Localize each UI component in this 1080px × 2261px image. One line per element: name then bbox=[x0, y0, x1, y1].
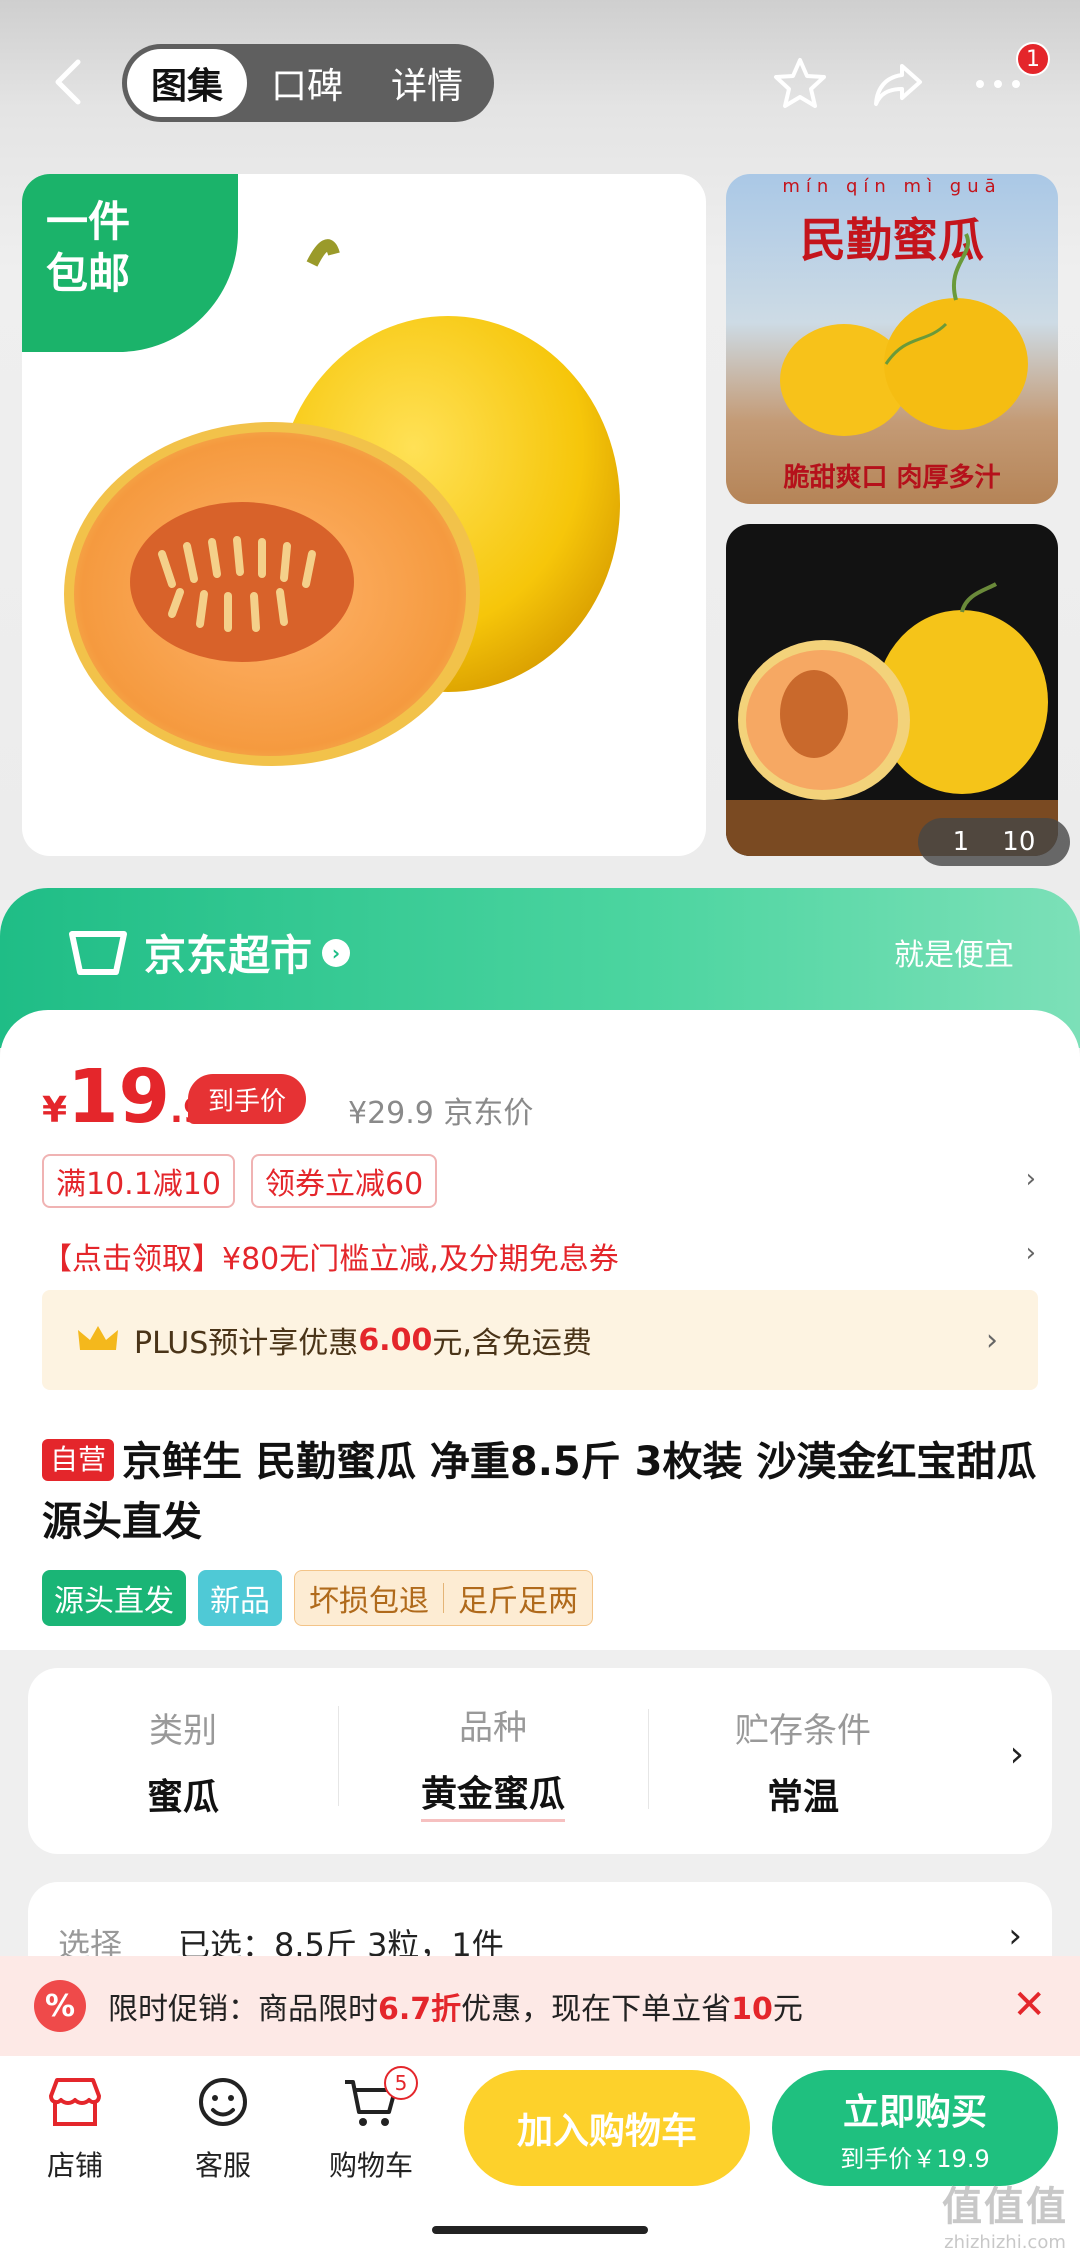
product-detail-card: ¥ 19 .9 到手价 ¥29.9 京东价 满10.1减10 领券立减60 › … bbox=[0, 1010, 1080, 1650]
nav-service[interactable]: 客服 bbox=[168, 2070, 278, 2184]
watermark-logo: 值值值 bbox=[942, 2184, 1068, 2230]
counter-current: 1 bbox=[952, 827, 970, 857]
plus-chevron-icon: › bbox=[986, 1322, 998, 1358]
nav-shop-label: 店铺 bbox=[46, 2149, 103, 2182]
thumbnail-2[interactable] bbox=[726, 524, 1058, 856]
spec-label: 类别 bbox=[149, 1710, 217, 1751]
promo-suffix: 元 bbox=[772, 1992, 803, 2027]
back-button[interactable] bbox=[44, 52, 94, 112]
service-tags: 源头直发 新品 坏损包退 足斤足两 bbox=[42, 1570, 593, 1626]
notification-badge: 1 bbox=[1016, 42, 1050, 76]
specs-card[interactable]: 类别 蜜瓜 品种 黄金蜜瓜 贮存条件 常温 › bbox=[28, 1668, 1052, 1854]
plus-suffix: 元,含免运费 bbox=[432, 1326, 592, 1361]
nav-cart[interactable]: 购物车 5 bbox=[316, 2066, 426, 2184]
spec-value: 蜜瓜 bbox=[146, 1776, 219, 1818]
favorite-button[interactable] bbox=[768, 52, 832, 116]
price-integer: 19 bbox=[67, 1054, 171, 1140]
gallery-area: 图集 口碑 详情 1 一件 包邮 mín qín mì guā 民勤蜜瓜 脆甜爽… bbox=[0, 0, 1080, 900]
spec-storage: 贮存条件 常温 bbox=[648, 1703, 958, 1820]
counter-total: 10 bbox=[1002, 827, 1036, 857]
store-slogan: 就是便宜 bbox=[894, 938, 1014, 973]
tag-direct-ship: 源头直发 bbox=[42, 1570, 186, 1626]
tag-guarantee[interactable]: 坏损包退 足斤足两 bbox=[294, 1570, 593, 1626]
nav-cart-label: 购物车 bbox=[328, 2149, 413, 2182]
promo-middle: 优惠，现在下单立省 bbox=[461, 1992, 732, 2027]
melon-cut-illustration bbox=[726, 582, 1058, 856]
promo-text: 限时促销：商品限时6.7折优惠，现在下单立省10元 bbox=[108, 1984, 803, 2028]
product-title: 自营 京鲜生 民勤蜜瓜 净重8.5斤 3枚装 沙漠金红宝甜瓜 源头直发 bbox=[42, 1432, 1042, 1552]
tag-full-weight: 足斤足两 bbox=[458, 1584, 578, 1619]
buy-now-price: 到手价￥19.9 bbox=[840, 2144, 990, 2173]
tab-gallery[interactable]: 图集 bbox=[127, 49, 247, 117]
melon-pair-illustration bbox=[780, 233, 1028, 436]
tab-details[interactable]: 详情 bbox=[367, 49, 487, 117]
tab-reviews[interactable]: 口碑 bbox=[247, 49, 367, 117]
hand-price-tag: 到手价 bbox=[188, 1074, 307, 1124]
image-counter: 1 10 bbox=[918, 818, 1070, 866]
add-to-cart-button[interactable]: 加入购物车 bbox=[464, 2070, 750, 2186]
coupon-2[interactable]: 领券立减60 bbox=[250, 1154, 438, 1208]
spec-category: 类别 蜜瓜 bbox=[28, 1703, 338, 1820]
close-icon[interactable]: ✕ bbox=[1012, 1982, 1046, 2028]
coupon-1[interactable]: 满10.1减10 bbox=[42, 1154, 235, 1208]
cart-count-badge: 5 bbox=[384, 2066, 418, 2100]
home-indicator[interactable] bbox=[432, 2226, 648, 2234]
store-bag-icon bbox=[69, 930, 127, 975]
back-arrow-icon bbox=[55, 59, 81, 105]
share-icon bbox=[874, 64, 922, 106]
price-symbol: ¥ bbox=[42, 1090, 68, 1131]
store-name: 京东超市 bbox=[144, 931, 313, 980]
original-price: ¥29.9 京东价 bbox=[348, 1096, 534, 1131]
nav-shop[interactable]: 店铺 bbox=[20, 2070, 130, 2184]
promo-saving: 10 bbox=[731, 1992, 773, 2027]
spec-label: 贮存条件 bbox=[735, 1710, 871, 1751]
thumbnail-1[interactable]: mín qín mì guā 民勤蜜瓜 脆甜爽口 肉厚多汁 bbox=[726, 174, 1058, 504]
tab-switcher: 图集 口碑 详情 bbox=[122, 44, 494, 122]
price: ¥ 19 .9 bbox=[42, 1060, 207, 1134]
coupon-chevron-icon[interactable]: › bbox=[1026, 1164, 1036, 1194]
spec-value: 常温 bbox=[766, 1776, 839, 1818]
shop-icon bbox=[49, 2078, 101, 2126]
plus-benefit-bar[interactable]: PLUS预计享优惠 6.00 元,含免运费 › bbox=[42, 1290, 1038, 1390]
plus-prefix: PLUS预计享优惠 bbox=[134, 1326, 359, 1361]
buy-now-label: 立即购买 bbox=[842, 2091, 987, 2133]
watermark: 值值值 zhizhizhi.com bbox=[942, 2174, 1068, 2253]
discount-icon: % bbox=[34, 1980, 86, 2032]
customer-service-icon bbox=[199, 2078, 247, 2126]
product-title-text: 京鲜生 民勤蜜瓜 净重8.5斤 3枚装 沙漠金红宝甜瓜 源头直发 bbox=[42, 1439, 1037, 1545]
shipping-tag-line2: 包邮 bbox=[46, 249, 131, 298]
thumbnail-caption: 脆甜爽口 肉厚多汁 bbox=[783, 463, 1001, 493]
watermark-url: zhizhizhi.com bbox=[944, 2232, 1066, 2253]
store-logo[interactable]: 京东超市 › bbox=[62, 922, 351, 983]
self-operated-tag: 自营 bbox=[42, 1439, 115, 1481]
main-product-image[interactable]: 一件 包邮 bbox=[22, 174, 706, 856]
chevron-right-icon[interactable]: › bbox=[1010, 1734, 1024, 1775]
shipping-tag-line1: 一件 bbox=[46, 197, 131, 246]
buy-now-button[interactable]: 立即购买 到手价￥19.9 bbox=[772, 2070, 1058, 2186]
promo-prefix: 限时促销：商品限时 bbox=[108, 1992, 378, 2027]
coupon-row[interactable]: 满10.1减10 领券立减60 bbox=[42, 1154, 438, 1208]
spec-variety: 品种 黄金蜜瓜 bbox=[338, 1700, 648, 1822]
share-button[interactable] bbox=[866, 52, 930, 116]
promo-banner[interactable]: % 限时促销：商品限时6.7折优惠，现在下单立省10元 ✕ bbox=[0, 1956, 1080, 2056]
tag-new: 新品 bbox=[198, 1570, 282, 1626]
chevron-right-icon: › bbox=[322, 938, 351, 967]
star-icon bbox=[774, 58, 826, 108]
nav-service-label: 客服 bbox=[194, 2149, 251, 2182]
selection-chevron-icon: › bbox=[1008, 1916, 1022, 1956]
spec-value: 黄金蜜瓜 bbox=[420, 1765, 565, 1822]
claim-chevron-icon[interactable]: › bbox=[1026, 1238, 1036, 1268]
plus-amount: 6.00 bbox=[358, 1322, 433, 1358]
claim-offer-link[interactable]: 【点击领取】¥80无门槛立减,及分期免息券 bbox=[42, 1234, 619, 1278]
spec-label: 品种 bbox=[459, 1708, 527, 1748]
crown-icon bbox=[78, 1326, 118, 1350]
tag-damage-refund: 坏损包退 bbox=[309, 1584, 429, 1619]
promo-discount: 6.7折 bbox=[378, 1992, 462, 2027]
